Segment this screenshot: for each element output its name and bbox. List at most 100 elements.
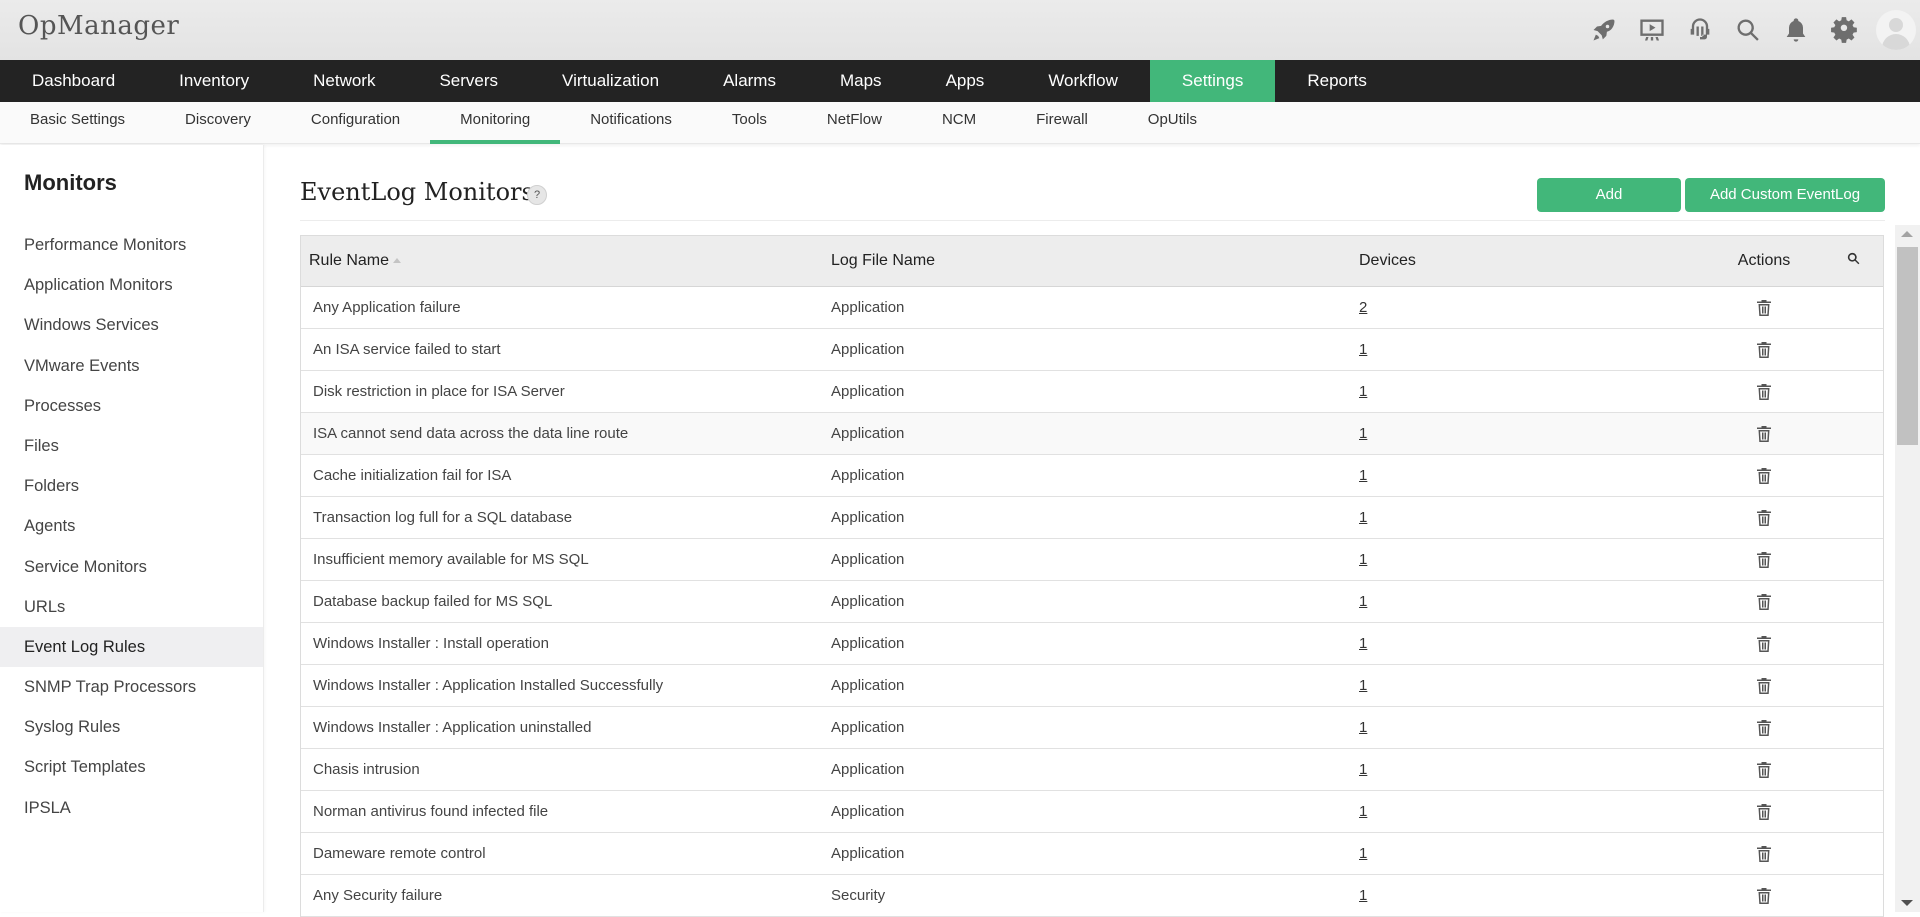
delete-icon[interactable] (1756, 634, 1772, 652)
tab-ncm[interactable]: NCM (912, 102, 1006, 144)
delete-icon[interactable] (1756, 844, 1772, 862)
sort-ascending-icon[interactable] (393, 258, 402, 264)
delete-icon[interactable] (1756, 340, 1772, 358)
search-icon[interactable] (1724, 0, 1772, 60)
delete-icon[interactable] (1756, 466, 1772, 484)
sidebar-item-syslog-rules[interactable]: Syslog Rules (0, 707, 263, 747)
devices-count-link[interactable]: 1 (1359, 761, 1367, 778)
nav-workflow[interactable]: Workflow (1016, 60, 1150, 102)
sidebar-item-urls[interactable]: URLs (0, 587, 263, 627)
nav-network[interactable]: Network (281, 60, 407, 102)
tab-oputils[interactable]: OpUtils (1118, 102, 1227, 144)
actions-cell (1704, 592, 1824, 610)
scroll-down-arrow-icon[interactable] (1901, 900, 1913, 906)
tab-firewall[interactable]: Firewall (1006, 102, 1118, 144)
add-custom-eventlog-button[interactable]: Add Custom EventLog (1685, 178, 1885, 212)
rule-name-cell: Chasis intrusion (313, 761, 420, 778)
nav-dashboard[interactable]: Dashboard (0, 60, 147, 102)
help-icon[interactable]: ? (527, 185, 547, 205)
nav-alarms[interactable]: Alarms (691, 60, 808, 102)
sidebar-item-performance-monitors[interactable]: Performance Monitors (0, 225, 263, 265)
nav-settings[interactable]: Settings (1149, 60, 1276, 102)
delete-icon[interactable] (1756, 886, 1772, 904)
bell-icon[interactable] (1772, 0, 1820, 60)
sidebar-item-snmp-trap-processors[interactable]: SNMP Trap Processors (0, 667, 263, 707)
delete-icon[interactable] (1756, 550, 1772, 568)
rule-name-cell: Dameware remote control (313, 845, 486, 862)
column-header-devices[interactable]: Devices (1359, 252, 1704, 270)
devices-count-link[interactable]: 1 (1359, 467, 1367, 484)
devices-count-link[interactable]: 1 (1359, 593, 1367, 610)
sidebar-item-folders[interactable]: Folders (0, 466, 263, 506)
tab-basic-settings[interactable]: Basic Settings (0, 102, 155, 144)
sidebar-item-application-monitors[interactable]: Application Monitors (0, 265, 263, 305)
sidebar-item-ipsla[interactable]: IPSLA (0, 788, 263, 828)
sidebar-item-event-log-rules[interactable]: Event Log Rules (0, 626, 263, 668)
rocket-icon[interactable] (1580, 0, 1628, 60)
table-row: Cache initialization fail for ISA Applic… (301, 455, 1883, 497)
tab-tools[interactable]: Tools (702, 102, 797, 144)
devices-count-link[interactable]: 1 (1359, 677, 1367, 694)
gear-icon[interactable] (1820, 0, 1868, 60)
sidebar-item-script-templates[interactable]: Script Templates (0, 747, 263, 787)
app-logo[interactable]: OpManager (18, 11, 179, 41)
headset-icon[interactable] (1676, 0, 1724, 60)
delete-icon[interactable] (1756, 382, 1772, 400)
table-row: Norman antivirus found infected file App… (301, 791, 1883, 833)
table-search-icon[interactable] (1824, 251, 1883, 271)
sidebar: Monitors Performance Monitors Applicatio… (0, 145, 264, 912)
tab-netflow[interactable]: NetFlow (797, 102, 912, 144)
column-header-rule-name[interactable]: Rule Name (301, 252, 831, 270)
top-header: OpManager (0, 0, 1920, 60)
devices-count-link[interactable]: 1 (1359, 551, 1367, 568)
nav-reports[interactable]: Reports (1275, 60, 1399, 102)
devices-cell: 1 (1359, 383, 1704, 400)
log-file-name-cell: Application (831, 299, 905, 316)
nav-inventory[interactable]: Inventory (147, 60, 281, 102)
devices-count-link[interactable]: 1 (1359, 803, 1367, 820)
presentation-icon[interactable] (1628, 0, 1676, 60)
devices-count-link[interactable]: 2 (1359, 299, 1367, 316)
add-button[interactable]: Add (1537, 178, 1681, 212)
sidebar-item-files[interactable]: Files (0, 426, 263, 466)
sidebar-item-processes[interactable]: Processes (0, 386, 263, 426)
nav-servers[interactable]: Servers (407, 60, 530, 102)
tab-discovery[interactable]: Discovery (155, 102, 281, 144)
nav-virtualization[interactable]: Virtualization (530, 60, 691, 102)
delete-icon[interactable] (1756, 298, 1772, 316)
delete-icon[interactable] (1756, 802, 1772, 820)
nav-maps[interactable]: Maps (808, 60, 914, 102)
column-header-log-file-name[interactable]: Log File Name (831, 252, 1359, 270)
devices-count-link[interactable]: 1 (1359, 887, 1367, 904)
devices-count-link[interactable]: 1 (1359, 341, 1367, 358)
scrollbar-thumb[interactable] (1897, 247, 1918, 445)
sidebar-item-service-monitors[interactable]: Service Monitors (0, 547, 263, 587)
devices-cell: 1 (1359, 467, 1704, 484)
devices-count-link[interactable]: 1 (1359, 719, 1367, 736)
delete-icon[interactable] (1756, 424, 1772, 442)
nav-apps[interactable]: Apps (914, 60, 1017, 102)
sidebar-item-windows-services[interactable]: Windows Services (0, 305, 263, 345)
scroll-up-arrow-icon[interactable] (1901, 231, 1913, 237)
sidebar-item-agents[interactable]: Agents (0, 506, 263, 546)
scrollbar[interactable] (1895, 225, 1920, 912)
devices-count-link[interactable]: 1 (1359, 845, 1367, 862)
devices-cell: 1 (1359, 551, 1704, 568)
tab-configuration[interactable]: Configuration (281, 102, 430, 144)
devices-count-link[interactable]: 1 (1359, 425, 1367, 442)
devices-count-link[interactable]: 1 (1359, 383, 1367, 400)
devices-cell: 1 (1359, 677, 1704, 694)
delete-icon[interactable] (1756, 676, 1772, 694)
devices-count-link[interactable]: 1 (1359, 635, 1367, 652)
delete-icon[interactable] (1756, 760, 1772, 778)
actions-cell (1704, 718, 1824, 736)
delete-icon[interactable] (1756, 508, 1772, 526)
devices-count-link[interactable]: 1 (1359, 509, 1367, 526)
avatar[interactable] (1876, 10, 1916, 50)
tab-monitoring[interactable]: Monitoring (430, 102, 561, 144)
actions-cell (1704, 676, 1824, 694)
sidebar-item-vmware-events[interactable]: VMware Events (0, 346, 263, 386)
delete-icon[interactable] (1756, 592, 1772, 610)
delete-icon[interactable] (1756, 718, 1772, 736)
tab-notifications[interactable]: Notifications (560, 102, 702, 144)
